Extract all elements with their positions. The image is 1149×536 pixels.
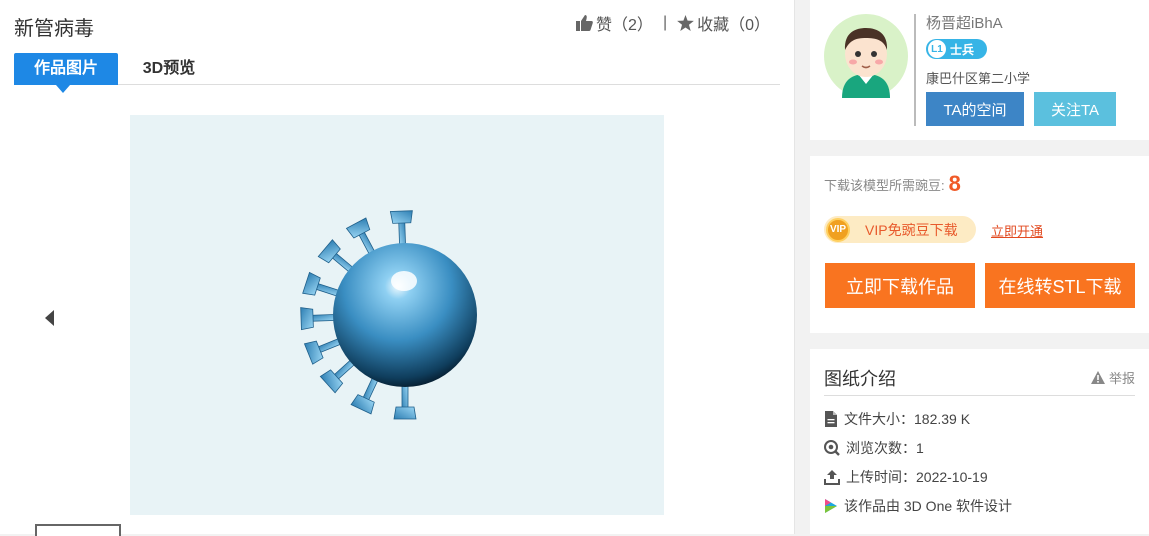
action-separator: | [662, 14, 668, 31]
download-card: 下载该模型所需豌豆: 8 VIP VIP免豌豆下载 立即开通 立即下载作品 在线… [810, 156, 1149, 333]
open-vip-link[interactable]: 立即开通 [991, 221, 1043, 240]
model-preview-image [130, 115, 664, 515]
upload-icon [824, 470, 840, 485]
stl-download-button[interactable]: 在线转STL下载 [985, 263, 1135, 308]
favorite-button[interactable]: 收藏（0） [677, 11, 770, 35]
like-label: 赞（2） [596, 17, 653, 34]
page-title: 新管病毒 [14, 18, 94, 40]
divider [824, 395, 1135, 396]
author-school: 康巴什区第二小学 [926, 71, 1031, 86]
software-text: 该作品由 3D One 软件设计 [844, 498, 1013, 514]
level-label: L1 [928, 40, 946, 58]
tab-bar: 作品图片 3D预览 [14, 53, 780, 93]
info-title: 图纸介绍 [824, 369, 896, 389]
action-bar: 赞（2） | 收藏（0） [576, 11, 770, 35]
virus-model-render [300, 210, 477, 420]
software-row: 该作品由 3D One 软件设计 [824, 496, 1012, 516]
upload-time-row: 上传时间：2022-10-19 [824, 467, 988, 487]
report-button[interactable]: 举报 [1090, 368, 1135, 387]
vip-icon: VIP [826, 217, 850, 242]
eye-icon [824, 440, 840, 456]
work-main-panel: 新管病毒 赞（2） | 收藏（0） 作品图片 3D预览 [0, 0, 795, 536]
download-cost: 下载该模型所需豌豆: 8 [824, 171, 961, 197]
follow-button[interactable]: 关注TA [1034, 92, 1116, 126]
divider [914, 14, 916, 126]
favorite-label: 收藏（0） [697, 17, 770, 34]
visit-space-button[interactable]: TA的空间 [926, 92, 1024, 126]
file-icon [825, 411, 837, 427]
download-button[interactable]: 立即下载作品 [825, 263, 975, 308]
author-card: 杨晋超iBhA L1 士兵 康巴什区第二小学 TA的空间 关注TA [810, 0, 1149, 140]
vip-free-download-button[interactable]: VIP VIP免豌豆下载 [824, 216, 976, 243]
view-count: 浏览次数：1 [846, 440, 924, 456]
tab-3d-preview[interactable]: 3D预览 [124, 53, 214, 85]
previous-image-button[interactable] [42, 308, 56, 328]
upload-time: 上传时间：2022-10-19 [846, 469, 988, 485]
views-row: 浏览次数：1 [824, 438, 924, 458]
report-label: 举报 [1108, 371, 1135, 386]
file-size: 文件大小：182.39 K [844, 411, 971, 427]
file-size-row: 文件大小：182.39 K [824, 409, 970, 429]
author-name[interactable]: 杨晋超iBhA [926, 12, 1003, 33]
avatar[interactable] [824, 14, 908, 98]
rank-label: 士兵 [950, 42, 975, 57]
tab-work-images[interactable]: 作品图片 [14, 53, 118, 93]
star-icon [677, 15, 694, 31]
thumb-up-icon [576, 15, 593, 31]
left-arrow-icon [45, 310, 54, 326]
vip-label: VIP免豌豆下载 [865, 221, 958, 238]
cost-value: 8 [948, 171, 961, 196]
3d-one-icon [825, 499, 837, 513]
cost-label: 下载该模型所需豌豆: [824, 177, 945, 193]
like-button[interactable]: 赞（2） [576, 11, 653, 35]
warning-icon [1090, 371, 1105, 384]
rank-badge: L1 士兵 [926, 39, 987, 59]
thumbnail-item[interactable] [35, 524, 121, 536]
drawing-info-card: 图纸介绍 举报 文件大小：182.39 K 浏览次数：1 上传时间：2022-1… [810, 349, 1149, 534]
